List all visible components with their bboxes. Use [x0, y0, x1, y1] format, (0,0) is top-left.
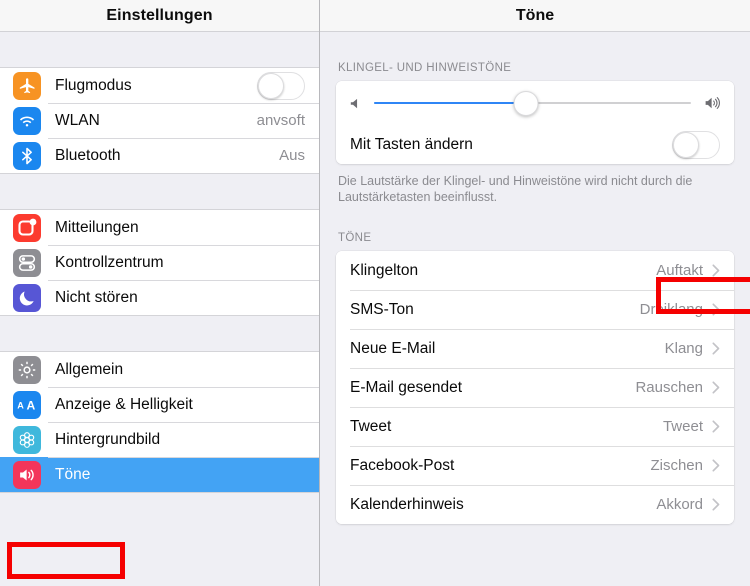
tones-card: Klingelton Auftakt SMS-Ton Dreiklang Neu… [336, 251, 734, 524]
detail-row-facebook-post[interactable]: Facebook-Post Zischen [336, 446, 734, 485]
detail-row-value: Klang [664, 340, 703, 357]
wifi-icon [13, 106, 41, 135]
sidebar-item-label: Nicht stören [55, 288, 138, 306]
control-center-icon [13, 248, 41, 277]
sidebar-title: Einstellungen [106, 6, 213, 24]
detail-header: Töne [320, 0, 750, 32]
sidebar-group-system: Allgemein A A Anzeige & Helligkeit Hinte… [0, 351, 319, 493]
sidebar-scroll-area[interactable]: Flugmodus WLAN anvsoft Bluetooth Aus Mit… [0, 32, 319, 585]
sidebar-item-label: WLAN [55, 111, 100, 129]
volume-slider-row[interactable] [336, 81, 734, 125]
detail-row-value: Rauschen [635, 379, 703, 396]
detail-row-value: Akkord [656, 496, 703, 513]
svg-text:A: A [27, 398, 36, 412]
settings-sidebar: Einstellungen Flugmodus WLAN anvsoft Blu… [0, 0, 320, 586]
chevron-right-icon [712, 264, 720, 277]
detail-row-label: Kalenderhinweis [350, 495, 464, 513]
slider-thumb[interactable] [513, 90, 539, 116]
sidebar-item-label: Kontrollzentrum [55, 253, 164, 271]
toggle-knob [258, 72, 284, 99]
detail-row-kalenderhinweis[interactable]: Kalenderhinweis Akkord [336, 485, 734, 524]
chevron-right-icon [712, 303, 720, 316]
detail-row-label: Neue E-Mail [350, 339, 436, 357]
speaker-high-icon [702, 94, 722, 112]
sidebar-item-label: Töne [55, 465, 91, 483]
wallpaper-flower-icon [13, 425, 41, 454]
section-header-ringer: KLINGEL- UND HINWEISTÖNE [338, 62, 512, 74]
detail-row-value: Zischen [650, 457, 703, 474]
sidebar-item-value: Aus [279, 147, 305, 164]
detail-row-sms-ton[interactable]: SMS-Ton Dreiklang [336, 290, 734, 329]
section-header-tones: TÖNE [338, 232, 372, 244]
chevron-right-icon [712, 342, 720, 355]
detail-row-label: Tweet [350, 417, 392, 435]
chevron-right-icon [712, 381, 720, 394]
sidebar-item-kontrollzentrum[interactable]: Kontrollzentrum [0, 245, 319, 280]
detail-row-value: Tweet [662, 418, 703, 435]
sidebar-gap-1 [0, 174, 319, 209]
speaker-low-icon [348, 96, 363, 111]
sidebar-item-label: Hintergrundbild [55, 430, 161, 448]
sidebar-item-label: Mitteilungen [55, 218, 139, 236]
sidebar-item-label: Flugmodus [55, 76, 132, 94]
sidebar-item-anzeige-helligkeit[interactable]: A A Anzeige & Helligkeit [0, 387, 319, 422]
chevron-right-icon [712, 498, 720, 511]
chevron-right-icon [712, 420, 720, 433]
gear-icon [13, 355, 41, 384]
sidebar-header: Einstellungen [0, 0, 319, 32]
detail-row-value: Auftakt [656, 262, 703, 279]
moon-icon [13, 283, 41, 312]
sidebar-group-notifications: Mitteilungen Kontrollzentrum Nicht störe… [0, 209, 319, 316]
sounds-detail-pane: Töne KLINGEL- UND HINWEISTÖNE Mit Tasten… [320, 0, 750, 586]
detail-row-mit-tasten-aendern[interactable]: Mit Tasten ändern [336, 125, 734, 164]
bluetooth-icon [13, 141, 41, 170]
sidebar-item-bluetooth[interactable]: Bluetooth Aus [0, 138, 319, 173]
display-aa-icon: A A [13, 390, 41, 419]
ios-settings-screen: Einstellungen Flugmodus WLAN anvsoft Blu… [0, 0, 750, 586]
sidebar-item-mitteilungen[interactable]: Mitteilungen [0, 210, 319, 245]
volume-slider-track[interactable] [374, 89, 691, 117]
ringer-card: Mit Tasten ändern [336, 81, 734, 164]
detail-row-label: Facebook-Post [350, 456, 455, 474]
sidebar-item-hintergrundbild[interactable]: Hintergrundbild [0, 422, 319, 457]
detail-row-email-gesendet[interactable]: E-Mail gesendet Rauschen [336, 368, 734, 407]
sidebar-item-value: anvsoft [256, 112, 305, 129]
sidebar-item-nicht-stoeren[interactable]: Nicht stören [0, 280, 319, 315]
detail-title: Töne [515, 6, 555, 24]
sound-speaker-icon [13, 460, 41, 489]
sidebar-item-wlan[interactable]: WLAN anvsoft [0, 103, 319, 138]
detail-row-value: Dreiklang [639, 301, 703, 318]
detail-row-klingelton[interactable]: Klingelton Auftakt [336, 251, 734, 290]
sidebar-gap-2 [0, 316, 319, 351]
sidebar-item-label: Allgemein [55, 360, 124, 378]
flugmodus-toggle[interactable] [257, 71, 305, 100]
toggle-knob [673, 131, 699, 158]
detail-row-neue-email[interactable]: Neue E-Mail Klang [336, 329, 734, 368]
airplane-icon [13, 71, 41, 100]
sidebar-group-connectivity: Flugmodus WLAN anvsoft Bluetooth Aus [0, 67, 319, 174]
sidebar-item-allgemein[interactable]: Allgemein [0, 352, 319, 387]
detail-row-label: SMS-Ton [350, 300, 414, 318]
detail-row-label: E-Mail gesendet [350, 378, 463, 396]
sidebar-item-label: Anzeige & Helligkeit [55, 395, 193, 413]
detail-row-label: Mit Tasten ändern [350, 135, 473, 153]
sidebar-item-label: Bluetooth [55, 146, 121, 164]
ringer-footnote: Die Lautstärke der Klingel- und Hinweist… [338, 174, 693, 204]
notifications-icon [13, 213, 41, 242]
sidebar-item-toene[interactable]: Töne [0, 457, 319, 492]
chevron-right-icon [712, 459, 720, 472]
svg-text:A: A [17, 400, 24, 410]
detail-row-tweet[interactable]: Tweet Tweet [336, 407, 734, 446]
detail-row-label: Klingelton [350, 261, 419, 279]
sidebar-gap-top [0, 32, 319, 67]
slider-track-fill [374, 102, 527, 104]
detail-body[interactable]: KLINGEL- UND HINWEISTÖNE Mit Tasten ände… [320, 32, 750, 585]
mit-tasten-aendern-toggle[interactable] [672, 130, 720, 159]
sidebar-item-flugmodus[interactable]: Flugmodus [0, 68, 319, 103]
